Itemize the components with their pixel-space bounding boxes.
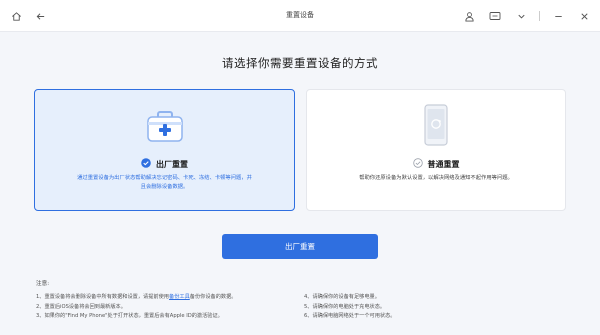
phone-reset-icon — [423, 104, 449, 150]
option-description: 通过重置设备为出厂状态帮助解决忘记密码、卡死、冻结、卡顿等问题，并且会删除设备数… — [77, 175, 252, 190]
feedback-icon[interactable] — [487, 8, 503, 24]
title-bar-divider — [539, 11, 540, 21]
option-description: 帮助你还原设备为默认设置，以解决网络及通知不起作用等问题。 — [359, 175, 513, 181]
option-card-factory-reset[interactable]: 出厂重置 通过重置设备为出厂状态帮助解决忘记密码、卡死、冻结、卡顿等问题，并且会… — [34, 89, 295, 211]
title-bar: 重置设备 — [0, 0, 600, 32]
option-title: 普通重置 — [427, 159, 460, 169]
minimize-icon[interactable] — [550, 8, 566, 24]
notes-title: 注意: — [36, 281, 50, 287]
notes-right-column: 4、请确保你的设备有足够电量。 5、请确保你的电脑处于充电状态。 6、请确保电脑… — [304, 293, 564, 322]
page-heading: 请选择你需要重置设备的方式 — [222, 56, 378, 70]
note-text: 1、重置设备将会删除设备中所有数据和设置，请提前使用 — [36, 294, 169, 300]
note-item: 2、重置后iOS设备将会回到最新版本。 — [36, 303, 304, 313]
factory-reset-button[interactable]: 出厂重置 — [222, 234, 378, 259]
option-title-row: 出厂重置 — [35, 158, 294, 170]
note-text: 3、如果你的"Find My Phone"处于打开状态，重置后会有Apple I… — [36, 313, 223, 320]
notes-columns: 1、重置设备将会删除设备中所有数据和设置，请提前使用备份工具备份你设备的数据。 … — [36, 293, 576, 322]
note-text: 2、重置后iOS设备将会回到最新版本。 — [36, 303, 126, 310]
note-item: 1、重置设备将会删除设备中所有数据和设置，请提前使用备份工具备份你设备的数据。 — [36, 293, 304, 303]
backup-tool-link[interactable]: 备份工具 — [169, 294, 190, 300]
chevron-down-icon[interactable] — [513, 8, 529, 24]
notes-left-column: 1、重置设备将会删除设备中所有数据和设置，请提前使用备份工具备份你设备的数据。 … — [36, 293, 304, 322]
note-item: 4、请确保你的设备有足够电量。 — [304, 294, 380, 300]
option-title-row: 普通重置 — [307, 158, 565, 170]
note-item: 3、如果你的"Find My Phone"处于打开状态，重置后会有Apple I… — [36, 312, 304, 322]
option-title: 出厂重置 — [156, 159, 188, 169]
user-icon[interactable] — [461, 8, 477, 24]
first-aid-kit-icon — [145, 110, 185, 148]
close-icon[interactable] — [576, 8, 592, 24]
app-window: 重置设备 请选择你需要重置设备的方式 出厂重置 通过重置设备为出厂状态帮助解决忘… — [0, 0, 600, 335]
note-text: 备份你设备的数据。 — [189, 294, 237, 300]
option-card-normal-reset[interactable]: 普通重置 帮助你还原设备为默认设置，以解决网络及通知不起作用等问题。 — [306, 89, 566, 211]
note-item: 6、请确保电脑网络处于一个可用状态。 — [304, 313, 396, 320]
title-bar-right — [461, 8, 592, 24]
notes-section: 注意: 1、重置设备将会删除设备中所有数据和设置，请提前使用备份工具备份你设备的… — [36, 279, 576, 322]
check-circle-icon — [141, 158, 151, 170]
note-item: 5、请确保你的电脑处于充电状态。 — [304, 303, 386, 310]
check-circle-outline-icon — [412, 158, 423, 170]
